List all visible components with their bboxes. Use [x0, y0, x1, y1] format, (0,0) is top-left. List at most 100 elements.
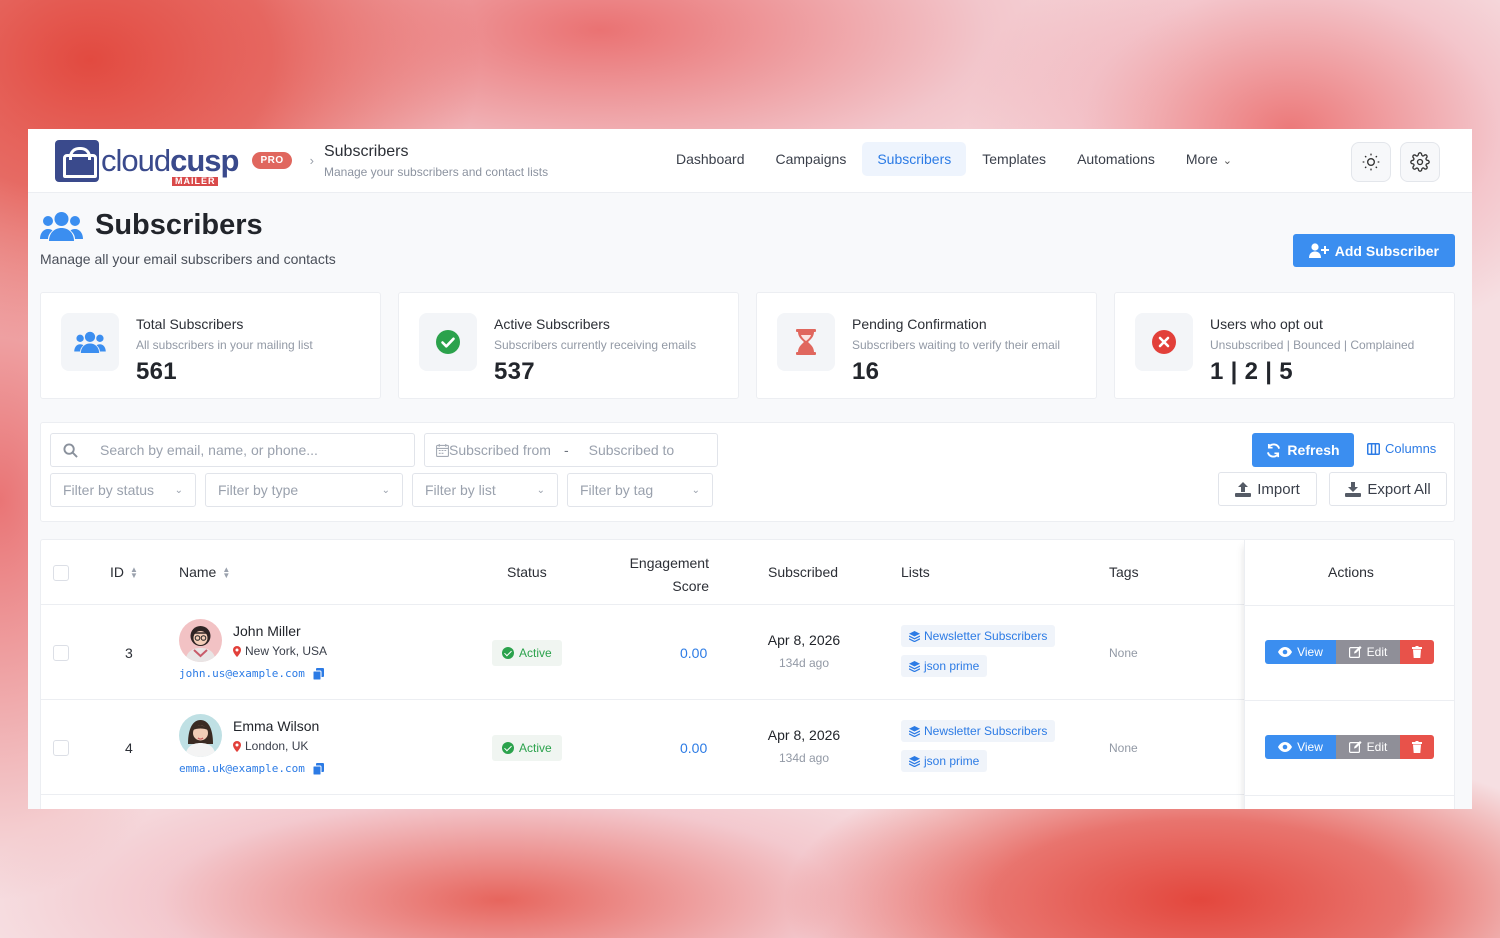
check-circle-icon — [436, 330, 460, 354]
chevron-down-icon: ⌄ — [381, 484, 390, 496]
actions-divider — [1245, 605, 1454, 606]
nav-dashboard[interactable]: Dashboard — [661, 142, 760, 176]
search-input[interactable]: Search by email, name, or phone... — [50, 433, 415, 467]
export-all-button[interactable]: Export All — [1329, 472, 1447, 506]
delete-button[interactable] — [1400, 640, 1434, 664]
nav-more[interactable]: More ⌄ — [1171, 142, 1247, 176]
list-tag[interactable]: Newsletter Subscribers — [901, 720, 1056, 742]
status-filter-select[interactable]: Filter by status ⌄ — [50, 473, 196, 507]
view-button[interactable]: View — [1265, 735, 1336, 759]
stat-desc: Subscribers currently receiving emails — [494, 338, 697, 352]
table-row[interactable]: 3 John Miller New York, USA john.us@exam… — [41, 605, 1454, 700]
view-button[interactable]: View — [1265, 640, 1336, 664]
theme-toggle-button[interactable] — [1351, 142, 1391, 182]
view-label: View — [1297, 740, 1323, 754]
map-pin-icon — [233, 645, 241, 657]
x-circle-icon — [1152, 330, 1176, 354]
search-icon — [63, 442, 78, 458]
subscribed-date-text: Apr 8, 2026 — [767, 727, 841, 743]
row-actions: View Edit — [1265, 735, 1434, 759]
columns-label: Columns — [1385, 441, 1437, 456]
nav-templates[interactable]: Templates — [967, 142, 1061, 176]
nav-campaigns[interactable]: Campaigns — [761, 142, 862, 176]
stat-icon-box — [777, 313, 835, 371]
stat-icon-box — [61, 313, 119, 371]
check-icon — [502, 647, 514, 659]
stat-icon-box — [1135, 313, 1193, 371]
person-info: Emma Wilson London, UK — [233, 718, 319, 753]
type-filter-select[interactable]: Filter by type ⌄ — [205, 473, 403, 507]
stat-desc: Unsubscribed | Bounced | Complained — [1210, 338, 1415, 352]
eye-icon — [1278, 647, 1293, 657]
brand-wordmark: cloudcusp MAILER — [101, 143, 239, 186]
row-checkbox[interactable] — [53, 645, 69, 661]
copy-icon[interactable] — [312, 762, 324, 775]
column-header-lists: Lists — [901, 564, 930, 580]
search-placeholder: Search by email, name, or phone... — [100, 442, 318, 458]
stat-value: 16 — [852, 358, 880, 385]
layers-icon — [909, 660, 920, 672]
import-button[interactable]: Import — [1218, 472, 1317, 506]
chevron-right-icon: › — [309, 153, 314, 168]
pro-badge: PRO — [252, 152, 292, 169]
stat-value: 537 — [494, 358, 535, 385]
stat-card-total: Total Subscribers All subscribers in you… — [40, 292, 381, 399]
list-tag[interactable]: json prime — [901, 750, 988, 772]
list-tag-text: json prime — [924, 754, 980, 768]
page-title-text: Subscribers — [95, 209, 263, 241]
stat-card-active: Active Subscribers Subscribers currently… — [398, 292, 739, 399]
edit-button[interactable]: Edit — [1336, 735, 1400, 759]
tag-filter-label: Filter by tag — [580, 482, 654, 498]
nav-subscribers[interactable]: Subscribers — [862, 142, 967, 176]
actions-divider — [1245, 795, 1454, 796]
select-all-checkbox[interactable] — [53, 565, 69, 581]
person-info: John Miller New York, USA — [233, 623, 327, 658]
brand-sub-label: MAILER — [171, 177, 219, 186]
sort-icon: ▲ ▼ — [222, 565, 231, 581]
check-icon — [502, 742, 514, 754]
column-header-name[interactable]: Name ▲ ▼ — [179, 564, 230, 580]
layers-icon — [909, 630, 920, 642]
row-checkbox[interactable] — [53, 740, 69, 756]
edit-icon — [1348, 646, 1362, 658]
tags-none: None — [1109, 741, 1138, 755]
tag-filter-select[interactable]: Filter by tag ⌄ — [567, 473, 713, 507]
chevron-down-icon: ⌄ — [174, 484, 183, 496]
list-filter-label: Filter by list — [425, 482, 496, 498]
copy-icon[interactable] — [312, 667, 324, 680]
list-filter-select[interactable]: Filter by list ⌄ — [412, 473, 558, 507]
delete-button[interactable] — [1400, 735, 1434, 759]
stat-card-pending: Pending Confirmation Subscribers waiting… — [756, 292, 1097, 399]
person-email[interactable]: john.us@example.com — [179, 667, 324, 680]
subscribed-date-text: Apr 8, 2026 — [767, 632, 841, 648]
columns-icon — [1367, 442, 1380, 455]
refresh-button[interactable]: Refresh — [1252, 433, 1354, 467]
stat-desc: Subscribers waiting to verify their emai… — [852, 338, 1061, 352]
columns-button[interactable]: Columns — [1367, 441, 1436, 456]
brand-name-bold: cusp — [170, 143, 239, 178]
column-header-id[interactable]: ID ▲ ▼ — [110, 564, 138, 580]
nav-automations[interactable]: Automations — [1062, 142, 1170, 176]
brand-logo[interactable]: cloudcusp MAILER — [55, 137, 239, 186]
table-row[interactable]: 4 Emma Wilson London, UK emma.uk@example… — [41, 700, 1454, 795]
person-email[interactable]: emma.uk@example.com — [179, 762, 324, 775]
avatar-image — [179, 714, 222, 757]
settings-button[interactable] — [1400, 142, 1440, 182]
date-range-input[interactable]: Subscribed from - Subscribed to — [424, 433, 718, 467]
stats-row: Total Subscribers All subscribers in you… — [40, 292, 1455, 399]
subscribed-ago: 134d ago — [778, 751, 830, 765]
person-location-text: London, UK — [245, 739, 309, 753]
row-id: 3 — [125, 645, 133, 661]
edit-button[interactable]: Edit — [1336, 640, 1400, 664]
brand-name-light: cloud — [101, 143, 171, 178]
list-tag[interactable]: Newsletter Subscribers — [901, 625, 1056, 647]
column-header-tags: Tags — [1109, 564, 1139, 580]
add-subscriber-button[interactable]: Add Subscriber — [1292, 234, 1455, 267]
edit-label: Edit — [1366, 740, 1388, 754]
person-email-text: emma.uk@example.com — [179, 762, 305, 775]
avatar-image — [179, 619, 222, 662]
printer-logo-icon — [55, 139, 99, 182]
list-tag[interactable]: json prime — [901, 655, 988, 677]
page-title: Subscribers — [40, 209, 336, 242]
header-name-label: Name — [179, 564, 217, 580]
